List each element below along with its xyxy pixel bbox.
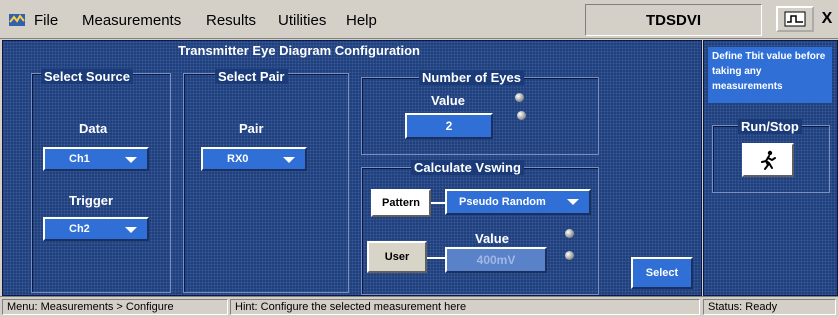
menu-path-status: Menu: Measurements > Configure xyxy=(2,299,228,315)
app-title: TDSDVI xyxy=(585,4,762,36)
pair-select[interactable]: RX0 xyxy=(201,147,307,171)
panel-title: Transmitter Eye Diagram Configuration xyxy=(178,43,420,58)
pattern-button[interactable]: Pattern xyxy=(371,189,431,217)
trigger-source-select[interactable]: Ch2 xyxy=(43,217,149,241)
data-source-select[interactable]: Ch1 xyxy=(43,147,149,171)
knob-indicator-icon xyxy=(565,251,574,260)
trigger-source-value: Ch2 xyxy=(69,223,90,235)
select-pair-group xyxy=(183,73,349,293)
waveform-icon xyxy=(784,11,806,27)
menu-results[interactable]: Results xyxy=(206,12,256,29)
connector-line xyxy=(431,202,445,204)
status-bar: Menu: Measurements > Configure Hint: Con… xyxy=(0,296,838,317)
chevron-down-icon xyxy=(283,157,295,163)
tbit-info-text: Define Tbit value before taking any meas… xyxy=(708,47,832,103)
number-of-eyes-title: Number of Eyes xyxy=(419,70,524,85)
menu-help[interactable]: Help xyxy=(346,12,377,29)
eyes-value-label: Value xyxy=(431,93,465,108)
scope-view-button[interactable] xyxy=(776,6,814,32)
run-stop-title: Run/Stop xyxy=(738,119,802,134)
app-icon xyxy=(9,14,25,26)
pair-value: RX0 xyxy=(227,153,249,165)
pattern-select[interactable]: Pseudo Random xyxy=(445,189,591,215)
side-panel: Define Tbit value before taking any meas… xyxy=(703,40,838,296)
run-stop-button[interactable] xyxy=(742,143,794,177)
eyes-value-field[interactable]: 2 xyxy=(405,113,493,139)
select-source-title: Select Source xyxy=(41,69,133,84)
knob-indicator-icon xyxy=(565,229,574,238)
chevron-down-icon xyxy=(567,199,579,205)
pattern-value: Pseudo Random xyxy=(459,196,546,208)
ready-status: Status: Ready xyxy=(703,299,836,315)
running-man-icon xyxy=(761,150,776,170)
trigger-label: Trigger xyxy=(69,193,114,208)
eye-diagram-config-panel: Transmitter Eye Diagram Configuration Se… xyxy=(2,40,702,296)
hint-status: Hint: Configure the selected measurement… xyxy=(230,299,700,315)
select-source-group xyxy=(31,73,171,293)
user-button[interactable]: User xyxy=(367,241,427,273)
knob-indicator-icon xyxy=(517,111,526,120)
menu-utilities[interactable]: Utilities xyxy=(278,12,326,29)
pair-label: Pair xyxy=(239,121,264,136)
close-button[interactable]: X xyxy=(816,6,838,32)
chevron-down-icon xyxy=(125,227,137,233)
menu-measurements[interactable]: Measurements xyxy=(82,12,181,29)
chevron-down-icon xyxy=(125,157,137,163)
close-icon: X xyxy=(821,10,833,27)
data-label: Data xyxy=(79,121,108,136)
knob-indicator-icon xyxy=(515,93,524,102)
connector-line xyxy=(427,257,445,259)
data-source-value: Ch1 xyxy=(69,153,90,165)
calculate-vswing-title: Calculate Vswing xyxy=(411,160,524,175)
vswing-value-label: Value xyxy=(475,231,509,246)
menu-file[interactable]: File xyxy=(34,12,58,29)
select-button[interactable]: Select xyxy=(631,257,693,289)
select-pair-title: Select Pair xyxy=(215,69,288,84)
vswing-user-value-field: 400mV xyxy=(445,247,547,273)
menu-bar: File Measurements Results Utilities Help… xyxy=(0,0,838,39)
